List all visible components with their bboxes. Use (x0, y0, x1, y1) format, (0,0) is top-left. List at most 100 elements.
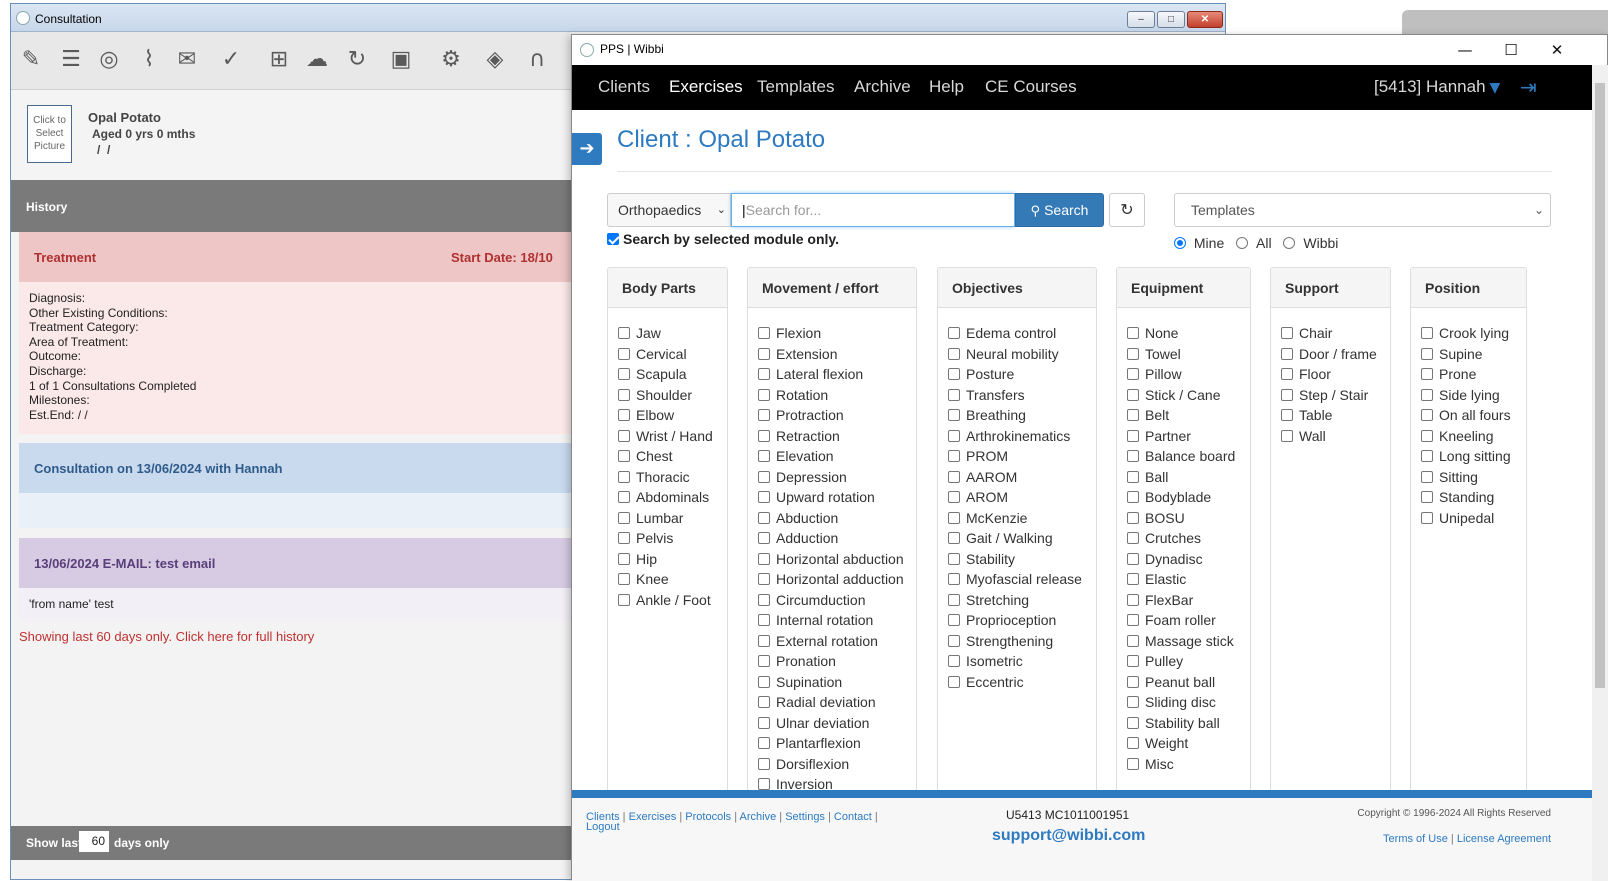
filter-option[interactable]: Weight (1127, 735, 1250, 756)
footer-link-logout[interactable]: Logout (586, 821, 620, 833)
filter-checkbox[interactable] (1421, 347, 1433, 360)
filter-option[interactable]: Hip (618, 551, 727, 572)
filter-option[interactable]: Arthrokinematics (948, 428, 1096, 449)
filter-checkbox[interactable] (1127, 573, 1139, 586)
module-select[interactable]: Orthopaedics ⌄ (607, 193, 731, 227)
filter-option[interactable]: External rotation (758, 633, 916, 654)
filter-option[interactable]: Step / Stair (1281, 387, 1390, 408)
filter-checkbox[interactable] (758, 388, 770, 401)
filter-option[interactable]: Table (1281, 407, 1390, 428)
nav-exercises[interactable]: Exercises (669, 77, 743, 97)
filter-checkbox[interactable] (758, 450, 770, 463)
scrollbar[interactable] (1592, 65, 1608, 881)
treatment-header[interactable]: Treatment Start Date: 18/10 (19, 232, 571, 282)
filter-checkbox[interactable] (1127, 450, 1139, 463)
minimize-button[interactable]: — (1442, 39, 1488, 61)
filter-checkbox[interactable] (948, 470, 960, 483)
filter-checkbox[interactable] (618, 511, 630, 524)
filter-checkbox[interactable] (618, 573, 630, 586)
filter-option[interactable]: Pelvis (618, 530, 727, 551)
filter-checkbox[interactable] (1127, 696, 1139, 709)
filter-option[interactable]: Standing (1421, 489, 1526, 510)
filter-checkbox[interactable] (618, 388, 630, 401)
filter-option[interactable]: Rotation (758, 387, 916, 408)
filter-option[interactable]: Abduction (758, 510, 916, 531)
filter-option[interactable]: Unipedal (1421, 510, 1526, 531)
email-header[interactable]: 13/06/2024 E-MAIL: test email (19, 538, 571, 588)
filter-checkbox[interactable] (1127, 347, 1139, 360)
filter-option[interactable]: Elevation (758, 448, 916, 469)
filter-checkbox[interactable] (1421, 429, 1433, 442)
filter-checkbox[interactable] (618, 450, 630, 463)
filter-checkbox[interactable] (948, 368, 960, 381)
footer-link-exercises[interactable]: Exercises (629, 811, 677, 823)
filter-option[interactable]: Horizontal adduction (758, 571, 916, 592)
filter-option[interactable]: Posture (948, 366, 1096, 387)
license-link[interactable]: License Agreement (1457, 833, 1551, 845)
filter-option[interactable]: Balance board (1127, 448, 1250, 469)
filter-option[interactable]: Myofascial release (948, 571, 1096, 592)
filter-checkbox[interactable] (618, 552, 630, 565)
filter-option[interactable]: Transfers (948, 387, 1096, 408)
filter-option[interactable]: Cervical (618, 346, 727, 367)
filter-option[interactable]: Thoracic (618, 469, 727, 490)
filter-option[interactable]: Lateral flexion (758, 366, 916, 387)
filter-option[interactable]: Sitting (1421, 469, 1526, 490)
filter-checkbox[interactable] (758, 470, 770, 483)
filter-option[interactable]: AROM (948, 489, 1096, 510)
gear-icon[interactable]: ⚙ (437, 46, 465, 74)
filter-checkbox[interactable] (758, 532, 770, 545)
filter-checkbox[interactable] (1421, 450, 1433, 463)
filter-checkbox[interactable] (948, 552, 960, 565)
filter-checkbox[interactable] (618, 491, 630, 504)
filter-checkbox[interactable] (758, 409, 770, 422)
search-input[interactable]: |Search for... (731, 193, 1015, 227)
filter-option[interactable]: Elastic (1127, 571, 1250, 592)
filter-option[interactable]: Stability ball (1127, 715, 1250, 736)
user-menu[interactable]: [5413] Hannah ▼ (1374, 77, 1500, 97)
footer-link-contact[interactable]: Contact (834, 811, 872, 823)
filter-option[interactable]: Prone (1421, 366, 1526, 387)
filter-checkbox[interactable] (1127, 675, 1139, 688)
filter-checkbox[interactable] (618, 409, 630, 422)
filter-option[interactable]: Circumduction (758, 592, 916, 613)
nav-templates[interactable]: Templates (757, 77, 834, 97)
filter-option[interactable]: Dynadisc (1127, 551, 1250, 572)
filter-checkbox[interactable] (1281, 409, 1293, 422)
filter-option[interactable]: Retraction (758, 428, 916, 449)
filter-option[interactable]: Belt (1127, 407, 1250, 428)
filter-option[interactable]: Radial deviation (758, 694, 916, 715)
nav-clients[interactable]: Clients (598, 77, 650, 97)
filter-option[interactable]: Adduction (758, 530, 916, 551)
filter-checkbox[interactable] (758, 429, 770, 442)
filter-option[interactable]: Abdominals (618, 489, 727, 510)
filter-checkbox[interactable] (1281, 347, 1293, 360)
full-history-link[interactable]: Showing last 60 days only. Click here fo… (19, 629, 314, 644)
grid-icon[interactable]: ◈ (481, 46, 509, 74)
filter-checkbox[interactable] (758, 716, 770, 729)
filter-option[interactable]: McKenzie (948, 510, 1096, 531)
sidebar-toggle-arrow-icon[interactable]: ➔ (572, 133, 602, 165)
radio-wibbi[interactable] (1283, 236, 1296, 249)
history-icon[interactable]: ↻ (343, 46, 371, 74)
refresh-button[interactable]: ↻ (1109, 193, 1145, 227)
filter-checkbox[interactable] (1127, 614, 1139, 627)
filter-option[interactable]: Wrist / Hand (618, 428, 727, 449)
filter-option[interactable]: Stability (948, 551, 1096, 572)
filter-checkbox[interactable] (1127, 737, 1139, 750)
filter-option[interactable]: Floor (1281, 366, 1390, 387)
filter-checkbox[interactable] (758, 552, 770, 565)
filter-option[interactable]: Shoulder (618, 387, 727, 408)
filter-checkbox[interactable] (948, 409, 960, 422)
filter-option[interactable]: None (1127, 325, 1250, 346)
filter-checkbox[interactable] (1421, 368, 1433, 381)
filter-option[interactable]: Horizontal abduction (758, 551, 916, 572)
filter-option[interactable]: Scapula (618, 366, 727, 387)
filter-checkbox[interactable] (1127, 368, 1139, 381)
filter-checkbox[interactable] (758, 593, 770, 606)
filter-option[interactable]: On all fours (1421, 407, 1526, 428)
filter-option[interactable]: Protraction (758, 407, 916, 428)
filter-option[interactable]: Jaw (618, 325, 727, 346)
arch-icon[interactable]: ∩ (523, 46, 551, 74)
filter-option[interactable]: Partner (1127, 428, 1250, 449)
